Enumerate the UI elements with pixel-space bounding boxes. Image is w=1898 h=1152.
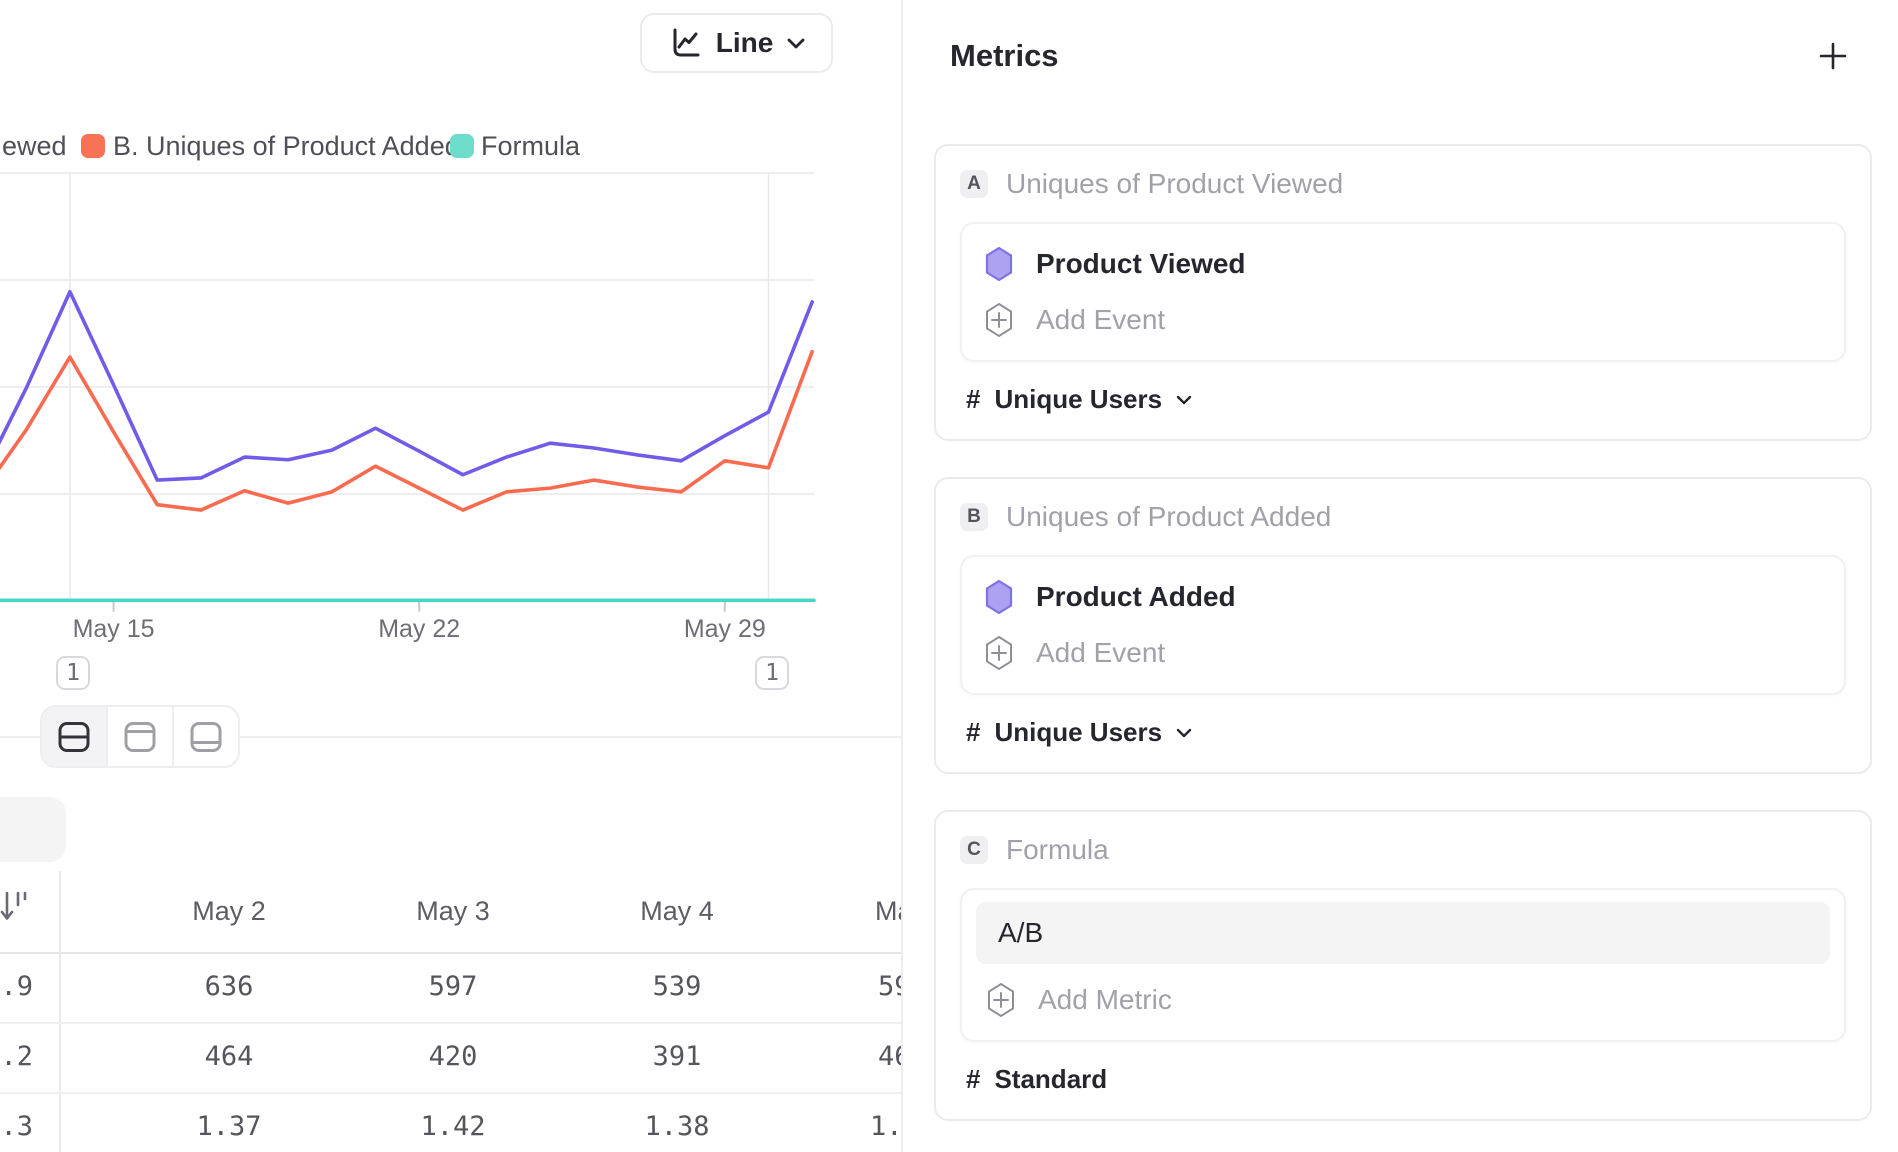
line-chart-icon — [668, 26, 702, 60]
metric-card-c: C Formula A/B Add Metric # Standard — [934, 810, 1872, 1121]
table-cell: 1.42 — [363, 1111, 543, 1143]
row-label-fragment: .9 — [0, 971, 33, 1003]
table-cell: 420 — [363, 1041, 543, 1073]
legend-swatch-formula — [450, 134, 474, 158]
sort-descending-icon[interactable] — [0, 888, 32, 931]
table-cell: 59 — [878, 971, 901, 1003]
metric-badge-a: A — [960, 170, 988, 198]
table-cell: 539 — [587, 971, 767, 1003]
add-event-label: Add Event — [1036, 304, 1165, 336]
table-cell: 1.37 — [139, 1111, 319, 1143]
metric-title: Uniques of Product Viewed — [1006, 168, 1343, 200]
metric-card-a: A Uniques of Product Viewed Product View… — [934, 144, 1872, 441]
event-hexagon-icon — [984, 246, 1014, 282]
event-row[interactable]: Product Viewed — [984, 236, 1822, 292]
layout-chart-only-button[interactable] — [108, 707, 174, 766]
metric-badge-c: C — [960, 836, 988, 864]
table-cell: 464 — [139, 1041, 319, 1073]
chart-and-table-panel: Line ewed B. Uniques of Product Added Fo… — [0, 0, 901, 1152]
add-metric-label: Add Metric — [1038, 984, 1172, 1016]
measurement-type-icon: # — [966, 384, 980, 415]
add-hexagon-icon — [984, 302, 1014, 338]
series-line — [0, 352, 812, 510]
column-header[interactable]: May 2 — [139, 895, 319, 927]
event-name: Product Viewed — [1036, 248, 1246, 280]
annotation-marker[interactable]: 1 — [755, 656, 789, 690]
legend-item-a-truncated[interactable]: ewed — [2, 131, 67, 162]
add-event-label: Add Event — [1036, 637, 1165, 669]
metric-badge-b: B — [960, 503, 988, 531]
measurement-type-icon: # — [966, 717, 980, 748]
measurement-dropdown[interactable]: # Unique Users — [966, 717, 1846, 748]
event-list: Product Viewed Add Event — [960, 222, 1846, 362]
chart-type-dropdown[interactable]: Line — [640, 13, 833, 73]
formula-input[interactable]: A/B — [976, 902, 1830, 964]
legend-swatch-b — [81, 134, 105, 158]
metrics-panel-title: Metrics — [950, 38, 1059, 74]
chart-type-label: Line — [716, 27, 774, 59]
metric-card-b: B Uniques of Product Added Product Added… — [934, 477, 1872, 774]
chevron-down-icon — [787, 38, 805, 49]
table-cell: 597 — [363, 971, 543, 1003]
chevron-down-icon — [1176, 728, 1192, 738]
column-header[interactable]: May 4 — [587, 895, 767, 927]
measurement-dropdown[interactable]: # Unique Users — [966, 384, 1846, 415]
column-header[interactable]: May — [875, 895, 901, 927]
legend-item-b[interactable]: B. Uniques of Product Added — [113, 131, 460, 162]
event-hexagon-icon — [984, 579, 1014, 615]
layout-table-only-button[interactable] — [174, 707, 238, 766]
chevron-down-icon — [1176, 395, 1192, 405]
table-row-separator — [0, 1092, 901, 1094]
event-name: Product Added — [1036, 581, 1236, 613]
event-list: Product Added Add Event — [960, 555, 1846, 695]
layout-split-view-button[interactable] — [42, 707, 108, 766]
measurement-label: Unique Users — [994, 384, 1162, 415]
event-row[interactable]: Product Added — [984, 569, 1822, 625]
formula-section: A/B Add Metric — [960, 888, 1846, 1042]
column-header[interactable]: May 3 — [363, 895, 543, 927]
table-cell: 1.2 — [870, 1111, 901, 1143]
measurement-label: Unique Users — [994, 717, 1162, 748]
table-header-border — [0, 952, 901, 954]
x-axis-label: May 29 — [655, 615, 795, 644]
row-label-fragment: .2 — [0, 1041, 33, 1073]
x-axis-label: May 22 — [349, 615, 489, 644]
metrics-panel: Metrics A Uniques of Product Viewed Prod… — [903, 0, 1898, 1152]
add-event-button[interactable]: Add Event — [984, 625, 1822, 681]
table-cell: 1.38 — [587, 1111, 767, 1143]
line-chart-canvas — [0, 172, 858, 614]
measurement-label: Standard — [994, 1064, 1107, 1095]
measurement-dropdown[interactable]: # Standard — [966, 1064, 1846, 1095]
table-cell: 391 — [587, 1041, 767, 1073]
add-hexagon-icon — [984, 635, 1014, 671]
metric-title: Uniques of Product Added — [1006, 501, 1331, 533]
table-cell: 636 — [139, 971, 319, 1003]
x-axis-label: May 15 — [44, 615, 184, 644]
layout-toggle-group — [40, 705, 240, 768]
series-line — [0, 292, 812, 480]
add-event-button[interactable]: Add Event — [984, 292, 1822, 348]
annotation-marker[interactable]: 1 — [56, 656, 90, 690]
table-row-separator — [0, 1022, 901, 1024]
table-cell: 46 — [878, 1041, 901, 1073]
add-hexagon-icon — [986, 982, 1016, 1018]
table-column-divider — [59, 871, 61, 1152]
legend-item-formula[interactable]: Formula — [481, 131, 580, 162]
add-metric-plus-icon[interactable] — [1818, 41, 1848, 71]
table-control-button-truncated[interactable] — [0, 797, 66, 862]
row-label-fragment: .3 — [0, 1111, 33, 1143]
add-metric-button[interactable]: Add Metric — [986, 972, 1830, 1028]
metric-title: Formula — [1006, 834, 1109, 866]
measurement-type-icon: # — [966, 1064, 980, 1095]
